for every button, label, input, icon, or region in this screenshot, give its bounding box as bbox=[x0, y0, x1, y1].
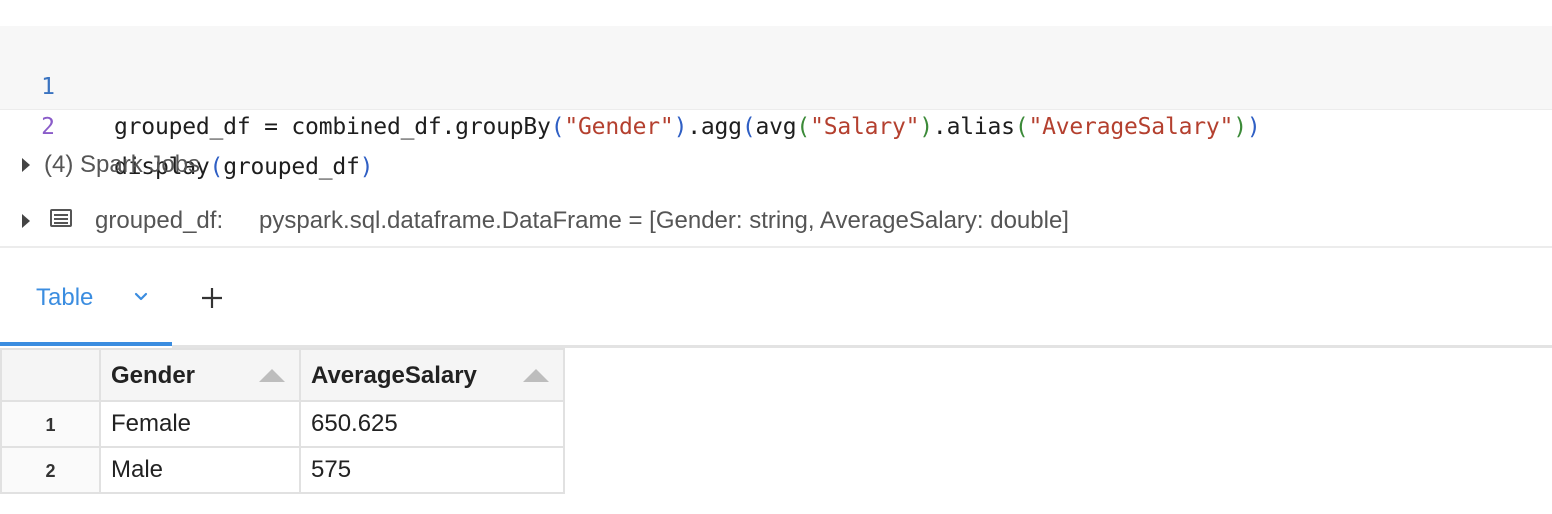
plus-icon[interactable] bbox=[198, 284, 226, 312]
line-number: 2 bbox=[41, 114, 55, 140]
column-header-gender[interactable]: Gender bbox=[99, 348, 301, 402]
sort-ascending-icon[interactable] bbox=[259, 369, 285, 382]
caret-right-icon[interactable] bbox=[22, 158, 30, 172]
table-cell[interactable]: Male bbox=[99, 446, 301, 494]
table-row: 1 Female 650.625 bbox=[0, 400, 565, 448]
chevron-down-icon[interactable] bbox=[132, 288, 150, 306]
code-line-1[interactable]: 1 grouped_df = combined_df.groupBy("Gend… bbox=[0, 27, 1261, 140]
column-header-label: AverageSalary bbox=[311, 362, 477, 389]
sort-ascending-icon[interactable] bbox=[523, 369, 549, 382]
schema-type: pyspark.sql.dataframe.DataFrame = [Gende… bbox=[259, 207, 1069, 234]
tab-table[interactable]: Table bbox=[0, 270, 172, 346]
code-editor[interactable]: 1 grouped_df = combined_df.groupBy("Gend… bbox=[0, 26, 1552, 180]
index-header bbox=[0, 348, 101, 402]
dataframe-icon bbox=[50, 209, 72, 227]
output-divider bbox=[0, 246, 1552, 248]
column-header-averagesalary[interactable]: AverageSalary bbox=[299, 348, 565, 402]
result-table: Gender AverageSalary 1 Female 650.625 2 … bbox=[0, 348, 565, 494]
code-line-2[interactable]: 2 display(grouped_df) bbox=[0, 67, 373, 180]
active-tab-indicator bbox=[0, 342, 172, 346]
code-text: grouped_df = combined_df.groupBy("Gender… bbox=[114, 114, 1261, 140]
schema-variable-name: grouped_df: bbox=[95, 207, 224, 234]
tab-table-label: Table bbox=[36, 284, 94, 311]
row-index: 1 bbox=[0, 400, 101, 448]
table-header-row: Gender AverageSalary bbox=[0, 348, 565, 402]
table-cell[interactable]: 650.625 bbox=[299, 400, 565, 448]
caret-right-icon[interactable] bbox=[22, 214, 30, 228]
table-cell[interactable]: Female bbox=[99, 400, 301, 448]
schema-toggle[interactable]: grouped_df: pyspark.sql.dataframe.DataFr… bbox=[0, 206, 1552, 236]
spark-jobs-label: (4) Spark Jobs bbox=[44, 151, 201, 178]
column-header-label: Gender bbox=[111, 362, 196, 389]
table-cell[interactable]: 575 bbox=[299, 446, 565, 494]
table-row: 2 Male 575 bbox=[0, 446, 565, 494]
spark-jobs-toggle[interactable]: (4) Spark Jobs bbox=[0, 150, 1552, 180]
row-index: 2 bbox=[0, 446, 101, 494]
